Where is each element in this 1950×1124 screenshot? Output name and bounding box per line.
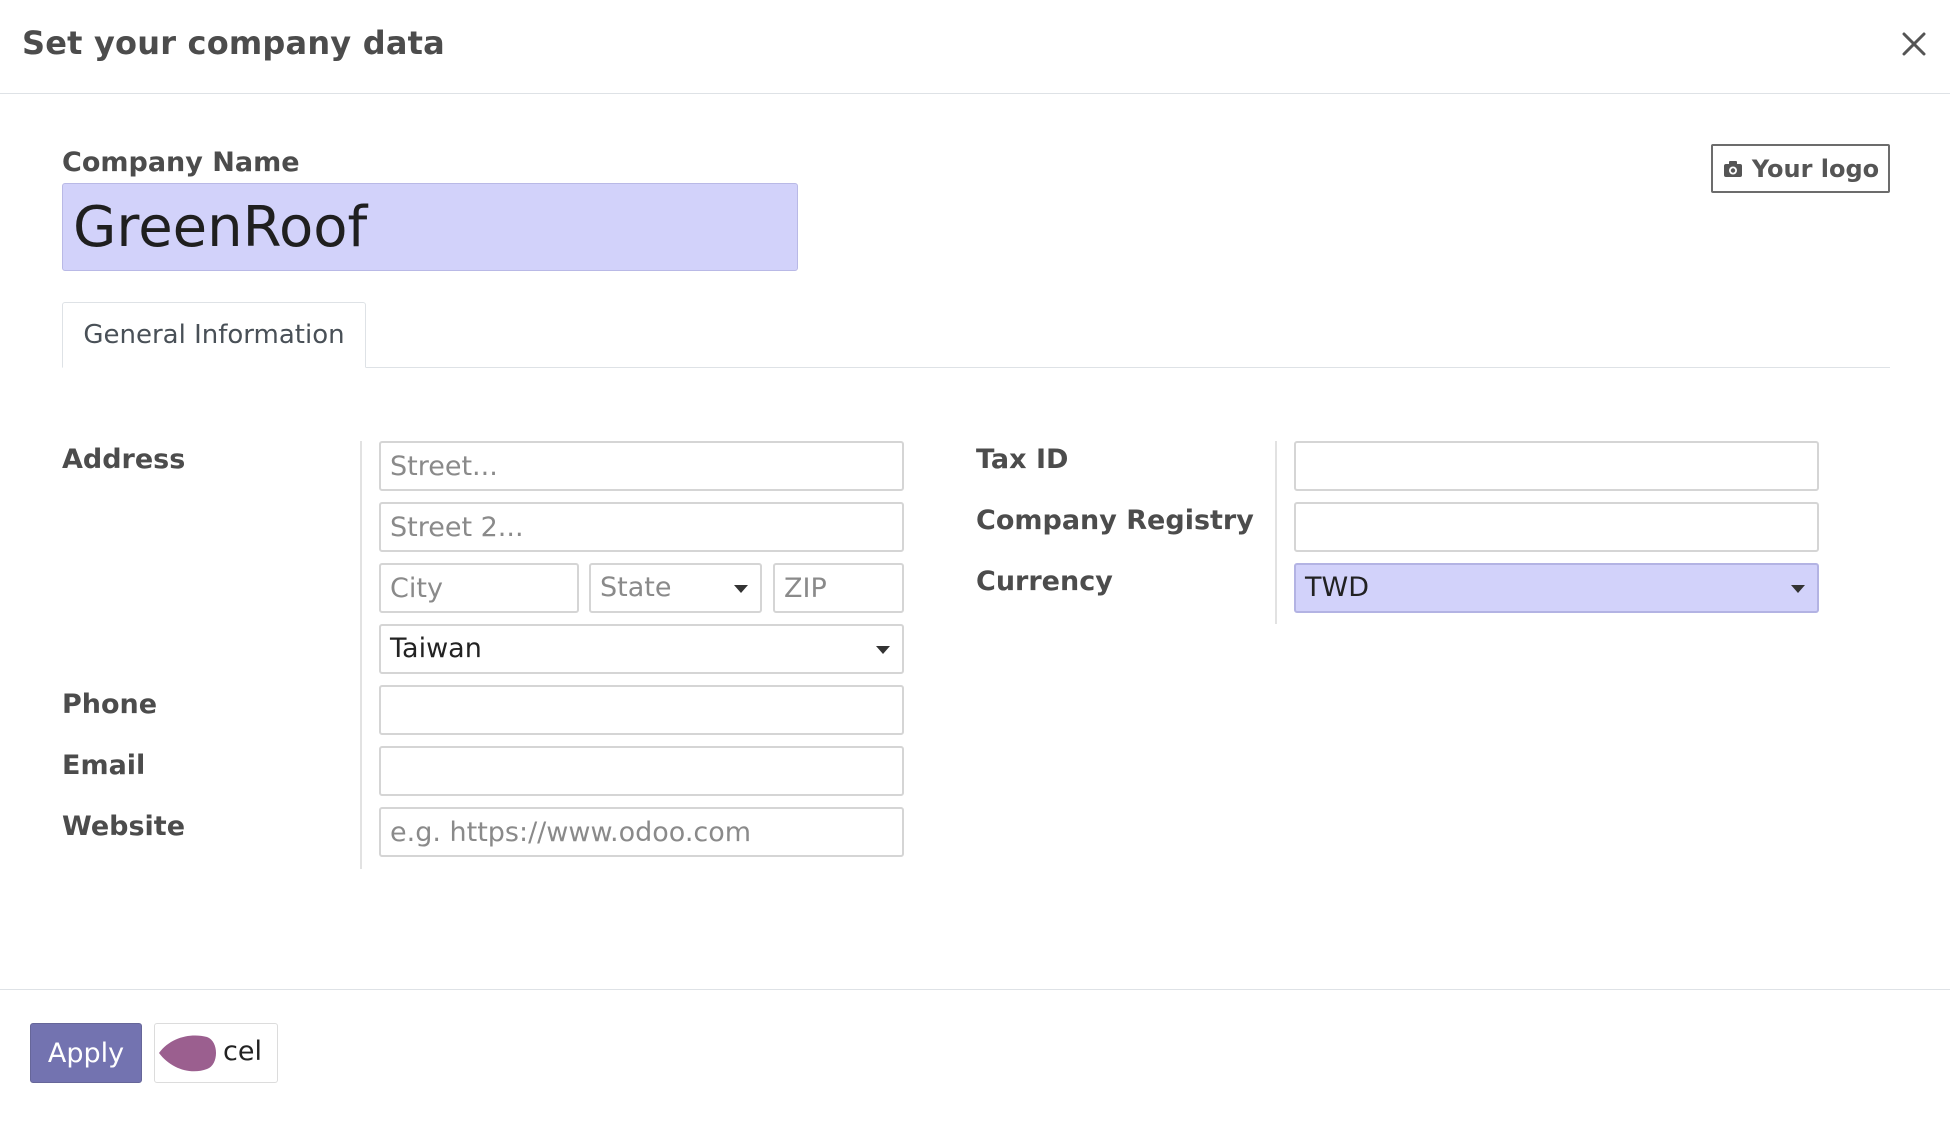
company-data-dialog: Set your company data Company Name Your …	[0, 0, 1950, 1124]
zip-input[interactable]	[773, 563, 904, 613]
street-input[interactable]	[379, 441, 904, 491]
address-label: Address	[62, 444, 186, 475]
chevron-down-icon	[876, 646, 890, 654]
dialog-title: Set your company data	[22, 24, 445, 62]
dialog-footer	[0, 989, 1950, 1124]
cancel-button-label: cel	[223, 1036, 262, 1067]
email-label: Email	[62, 750, 146, 781]
chevron-down-icon	[734, 585, 748, 593]
camera-icon	[1723, 160, 1742, 177]
currency-label: Currency	[976, 566, 1113, 597]
street2-input[interactable]	[379, 502, 904, 552]
tab-general-information[interactable]: General Information	[62, 302, 366, 368]
state-select[interactable]: State	[589, 563, 762, 613]
phone-label: Phone	[62, 689, 158, 720]
phone-input[interactable]	[379, 685, 904, 735]
country-select[interactable]: Taiwan	[379, 624, 904, 674]
country-value: Taiwan	[390, 633, 482, 664]
company-registry-label: Company Registry	[976, 505, 1254, 536]
close-button[interactable]	[1894, 24, 1934, 64]
email-input[interactable]	[379, 746, 904, 796]
tax-id-input[interactable]	[1294, 441, 1819, 491]
tax-id-label: Tax ID	[976, 444, 1069, 475]
upload-logo-label: Your logo	[1751, 154, 1880, 183]
apply-button[interactable]: Apply	[30, 1023, 142, 1083]
city-input[interactable]	[379, 563, 579, 613]
company-name-label: Company Name	[62, 147, 300, 178]
upload-logo-button[interactable]: Your logo	[1711, 144, 1890, 193]
left-column-separator	[360, 441, 362, 869]
cursor-blob-icon	[159, 1035, 216, 1072]
dialog-header: Set your company data	[0, 0, 1950, 94]
cancel-button[interactable]: cel	[154, 1023, 278, 1083]
chevron-down-icon	[1791, 585, 1805, 593]
currency-select[interactable]: TWD	[1294, 563, 1819, 613]
company-name-input[interactable]	[62, 183, 798, 271]
company-registry-input[interactable]	[1294, 502, 1819, 552]
state-placeholder: State	[600, 572, 672, 603]
currency-value: TWD	[1305, 572, 1369, 603]
website-label: Website	[62, 811, 186, 842]
website-input[interactable]	[379, 807, 904, 857]
right-column-separator	[1275, 441, 1277, 624]
close-icon	[1902, 32, 1926, 56]
